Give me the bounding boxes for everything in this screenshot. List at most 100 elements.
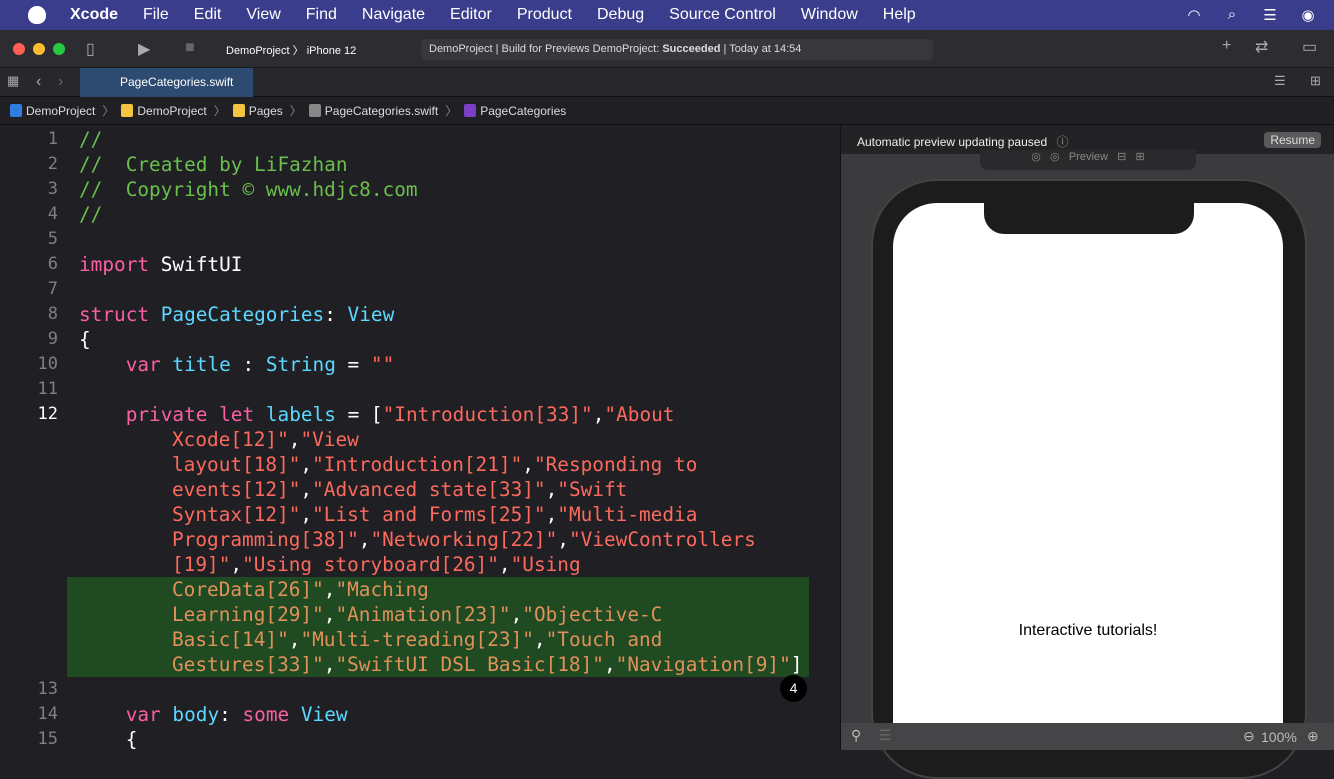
code-token: title <box>172 353 231 376</box>
swap-icon[interactable]: ⇄ <box>1255 37 1268 57</box>
resume-button[interactable]: Resume <box>1264 132 1321 148</box>
code-line[interactable]: Learning[29]","Animation[23]","Objective… <box>67 602 809 627</box>
menu-file[interactable]: File <box>143 6 169 24</box>
settings-icon[interactable]: ☰ <box>879 727 892 744</box>
code-line[interactable]: Gestures[33]","SwiftUI DSL Basic[18]","N… <box>67 652 809 677</box>
preview-label[interactable]: Preview <box>1069 151 1108 163</box>
breadcrumb-file[interactable]: PageCategories.swift <box>308 103 439 118</box>
code-line[interactable]: 11 <box>0 377 840 402</box>
code-line[interactable]: 2 // Created by LiFazhan <box>0 152 840 177</box>
code-line[interactable]: 4 // <box>0 202 840 227</box>
zoom-in-icon[interactable]: ⊕ <box>1307 728 1319 745</box>
code-line[interactable]: 5 <box>0 227 840 252</box>
menu-editor[interactable]: Editor <box>450 6 492 24</box>
code-line[interactable]: Syntax[12]","List and Forms[25]","Multi-… <box>0 502 840 527</box>
code-line[interactable]: Xcode[12]","View <box>0 427 840 452</box>
breadcrumb-struct[interactable]: PageCategories <box>464 103 566 118</box>
code-line[interactable]: 13 <box>0 677 840 702</box>
siri-icon[interactable]: ◉ <box>1298 6 1318 24</box>
forward-icon[interactable]: › <box>58 73 63 91</box>
info-icon[interactable]: ⓘ <box>1056 135 1068 149</box>
close-button[interactable] <box>13 43 25 55</box>
menu-bar: Xcode File Edit View Find Navigate Edito… <box>0 0 1334 30</box>
code-token: labels <box>265 403 336 426</box>
code-line[interactable]: Programming[38]","Networking[22]","ViewC… <box>0 527 840 552</box>
code-token: // Created by LiFazhan <box>79 153 348 176</box>
code-line[interactable]: 12 private let labels = ["Introduction[3… <box>0 402 840 427</box>
scheme-selector[interactable]: DemoProject 〉 iPhone 12 <box>226 42 356 58</box>
grid-icon[interactable]: ▦ <box>7 73 19 89</box>
sidebar-toggle-icon[interactable]: ▯ <box>86 39 95 59</box>
phone-screen[interactable] <box>893 203 1283 723</box>
minimize-button[interactable] <box>33 43 45 55</box>
code-token: , <box>545 478 558 501</box>
line-number: 6 <box>47 254 58 274</box>
code-line[interactable]: 8 struct PageCategories: View <box>0 302 840 327</box>
stop-icon[interactable]: ■ <box>185 39 195 57</box>
code-editor[interactable]: 1 // 2 // Created by LiFazhan 3 // Copyright … <box>0 126 840 750</box>
code-line[interactable]: CoreData[26]","Maching <box>67 577 809 602</box>
code-token: , <box>358 528 371 551</box>
code-line[interactable]: [19]","Using storyboard[26]","Using <box>0 552 840 577</box>
control-center-icon[interactable]: ☰ <box>1260 6 1280 24</box>
add-editor-icon[interactable]: ⊞ <box>1310 73 1321 89</box>
code-token: "Animation[23]" <box>335 603 511 626</box>
menu-navigate[interactable]: Navigate <box>362 6 425 24</box>
menu-view[interactable]: View <box>246 6 280 24</box>
menu-source-control[interactable]: Source Control <box>669 6 776 24</box>
breadcrumb-label: PageCategories.swift <box>324 103 439 118</box>
code-token: "Responding to <box>533 453 698 476</box>
menu-window[interactable]: Window <box>801 6 858 24</box>
code-line[interactable]: 14 var body: some View <box>0 702 840 727</box>
code-line[interactable]: events[12]","Advanced state[33]","Swift <box>0 477 840 502</box>
code-token: var <box>125 703 161 726</box>
menu-find[interactable]: Find <box>306 6 337 24</box>
editor-options-icon[interactable]: ☰ <box>1274 73 1286 89</box>
breadcrumb-pages[interactable]: Pages <box>232 103 283 118</box>
live-preview-icon[interactable]: ◎ <box>1031 151 1041 163</box>
search-icon[interactable]: ⌕ <box>1222 6 1242 24</box>
breadcrumb-folder[interactable]: DemoProject <box>121 103 207 118</box>
code-line[interactable]: 6 import SwiftUI <box>0 252 840 277</box>
code-token: PageCategories <box>160 303 325 326</box>
code-token: , <box>522 453 534 476</box>
menu-debug[interactable]: Debug <box>597 6 644 24</box>
duplicate-preview-icon[interactable]: ⊞ <box>1136 151 1145 163</box>
code-text: var body: some View <box>79 702 348 727</box>
activity-status: DemoProject | Build for Previews DemoPro… <box>421 39 933 60</box>
menu-edit[interactable]: Edit <box>194 6 222 24</box>
menu-xcode[interactable]: Xcode <box>70 6 118 24</box>
code-text: import SwiftUI <box>79 252 242 277</box>
apple-icon[interactable] <box>28 6 46 24</box>
code-line[interactable]: 1 // <box>0 127 840 152</box>
tab-pagecategories-swift[interactable]: PageCategories.swift <box>80 68 253 97</box>
code-line[interactable]: 15 { <box>0 727 840 750</box>
code-line[interactable]: layout[18]","Introduction[21]","Respondi… <box>0 452 840 477</box>
zoom-out-icon[interactable]: ⊖ <box>1243 728 1255 745</box>
inspector-toggle-icon[interactable]: ▭ <box>1302 37 1317 57</box>
menu-help[interactable]: Help <box>883 6 916 24</box>
code-line[interactable]: Basic[14]","Multi-treading[23]","Touch a… <box>67 627 809 652</box>
zoom-button[interactable] <box>53 43 65 55</box>
issue-count-badge[interactable]: 4 <box>780 675 807 702</box>
device-preview-icon[interactable]: ◎ <box>1050 151 1060 163</box>
pin-icon[interactable]: ⚲ <box>851 727 861 744</box>
back-icon[interactable]: ‹ <box>36 73 41 91</box>
code-line[interactable]: 10 var title : String = "" <box>0 352 840 377</box>
run-icon[interactable]: ▶ <box>138 39 150 59</box>
breadcrumb-label: Pages <box>248 103 283 118</box>
project-icon <box>10 103 22 117</box>
code-line[interactable]: 3 // Copyright © www.hdjc8.com <box>0 177 840 202</box>
code-token: , <box>300 478 313 501</box>
code-token: Basic[14]" <box>172 628 289 651</box>
breadcrumb-project[interactable]: DemoProject <box>10 103 95 118</box>
inspect-icon[interactable]: ⊟ <box>1117 151 1126 163</box>
code-line[interactable]: 9{ <box>0 327 840 352</box>
code-line[interactable]: 7 <box>0 277 840 302</box>
add-icon[interactable]: + <box>1222 37 1231 55</box>
code-token: Learning[29]" <box>172 603 324 626</box>
wifi-icon[interactable]: ◠ <box>1184 6 1204 24</box>
menu-product[interactable]: Product <box>517 6 572 24</box>
